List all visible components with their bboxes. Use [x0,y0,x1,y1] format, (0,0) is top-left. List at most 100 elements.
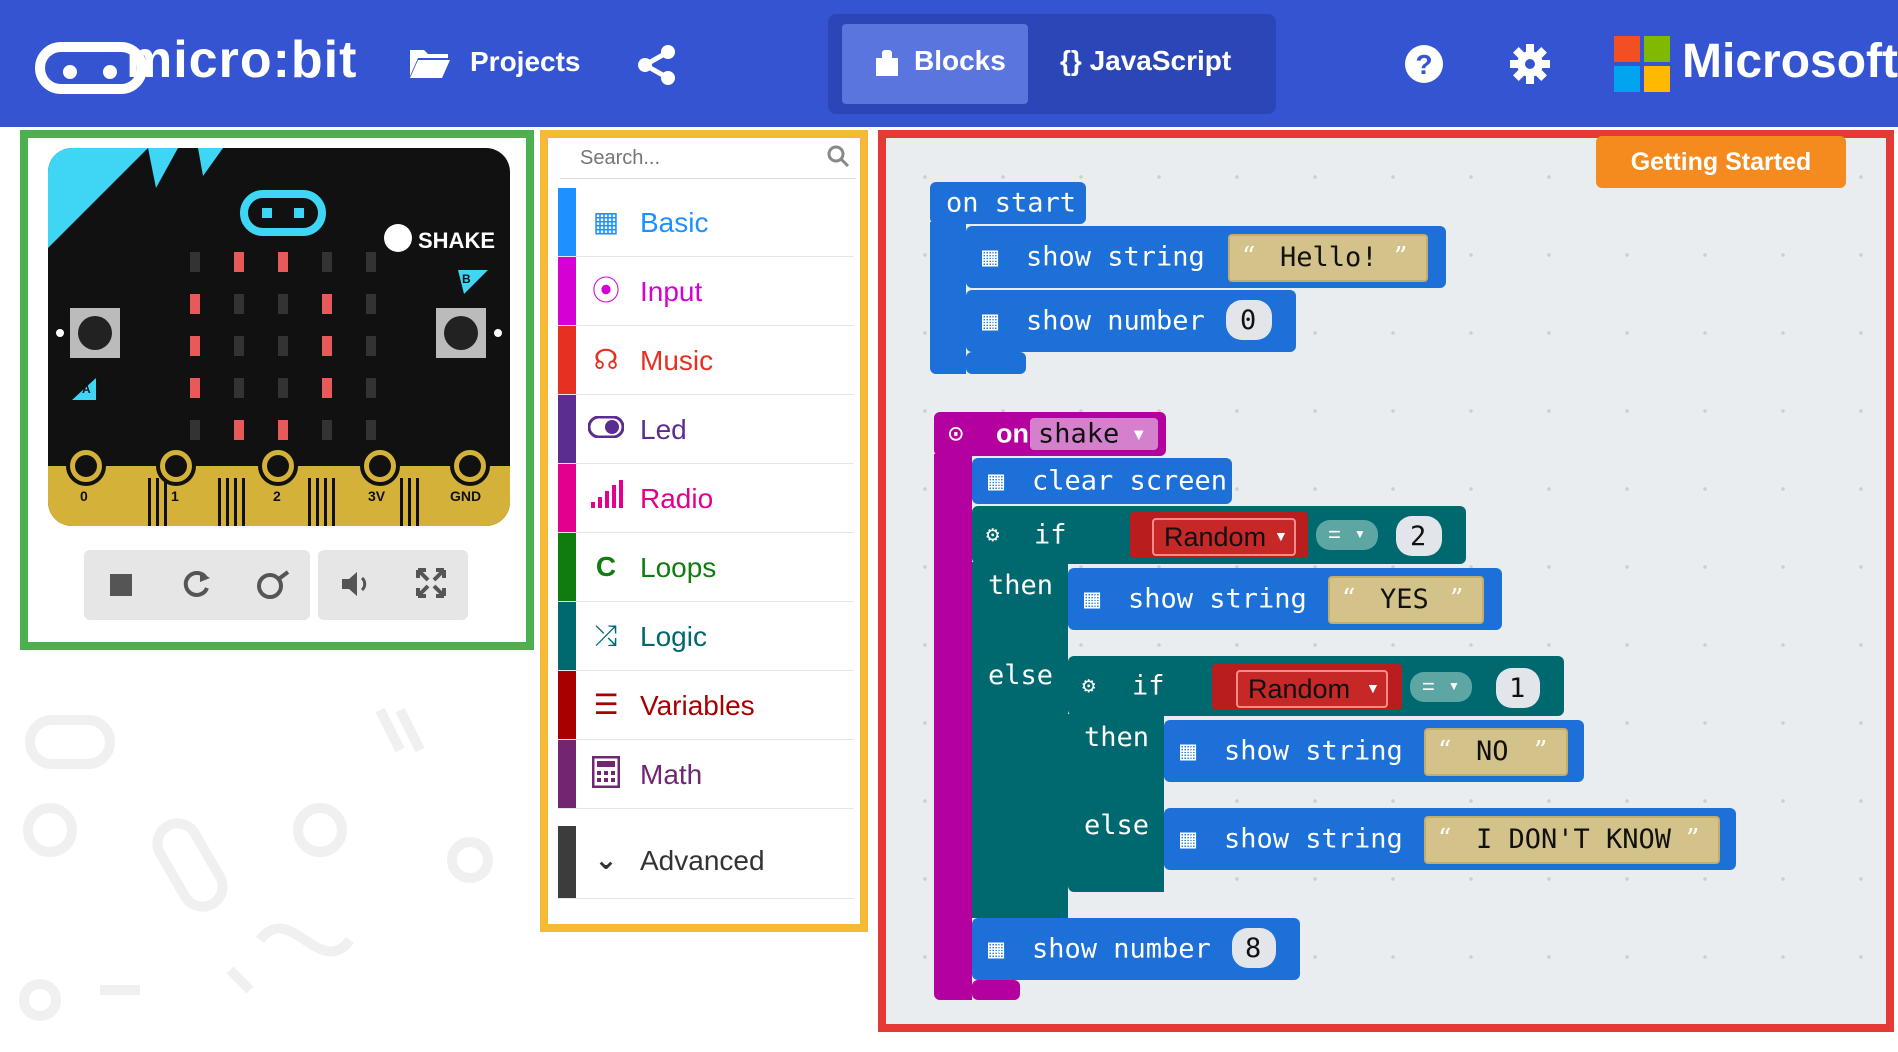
category-label: Math [640,759,703,790]
category-strip [558,326,576,394]
tab-javascript[interactable]: {} JavaScript [1060,45,1231,77]
fullscreen-icon[interactable] [416,568,446,603]
category-label: Input [640,276,703,307]
share-icon[interactable] [636,44,678,86]
quote-open-icon: “ [1438,824,1452,854]
category-strip [558,602,576,670]
random-text: Random [1164,522,1267,552]
pin-0[interactable]: 0 [80,488,88,504]
gear-icon: ⚙ [1082,673,1096,699]
help-icon[interactable]: ? [1404,44,1444,84]
category-advanced[interactable]: ⌄ Advanced [558,826,854,899]
chevron-down-icon: ▼ [1354,527,1366,541]
calculator-icon [588,755,624,792]
category-led[interactable]: Led [558,395,854,464]
string-text[interactable]: I DON'T KNOW [1476,824,1671,855]
category-label: Basic [640,207,709,238]
on-start-arm [930,222,966,374]
grid-icon: ▦ [592,206,620,237]
signal-icon [588,480,624,516]
category-strip [558,464,576,532]
grid-icon: ▦ [988,465,1005,497]
string-value-no[interactable]: “ NO ” [1424,728,1568,776]
number-value-eight[interactable]: 8 [1232,928,1276,968]
search-input[interactable] [578,142,812,174]
string-text[interactable]: YES [1380,584,1429,615]
category-logic[interactable]: ⤮ Logic [558,602,854,671]
compare-operator[interactable]: = ▼ [1316,520,1378,550]
projects-button[interactable]: Projects [470,46,581,78]
grid-icon: ▦ [1180,823,1197,855]
search-icon[interactable] [826,144,850,168]
shake-text: shake [1038,418,1120,450]
category-math[interactable]: Math [558,740,854,809]
random-dropdown[interactable]: Random ▼ [1152,518,1296,556]
shake-label[interactable]: SHAKE [418,228,495,254]
random-dropdown[interactable]: Random ▼ [1236,670,1388,708]
string-value-dontknow[interactable]: “ I DON'T KNOW ” [1424,816,1720,864]
category-loops[interactable]: C Loops [558,533,854,602]
headphones-icon: ☊ [593,344,619,375]
string-text[interactable]: NO [1476,736,1509,767]
category-label: Advanced [640,845,765,876]
pin-gnd[interactable]: GND [450,488,481,504]
shake-dropdown[interactable]: shake ▼ [1030,418,1158,450]
quote-close-icon: ” [1534,736,1548,766]
category-label: Radio [640,483,714,514]
folder-icon[interactable] [408,44,452,80]
show-string-label: show string [1224,735,1403,767]
top-menu-bar: micro:bit Projects Blocks {} JavaScript … [0,0,1898,127]
category-label: Variables [640,690,755,721]
chevron-down-icon: ⌄ [594,844,618,875]
category-music[interactable]: ☊ Music [558,326,854,395]
gear-icon: ⚙ [986,522,1000,548]
if-label: if [1132,670,1165,702]
number-value-one[interactable]: 1 [1496,668,1540,708]
chevron-down-icon: ▼ [1274,528,1288,544]
on-shake-arm [934,454,972,1000]
microsoft-label[interactable]: Microsoft [1682,34,1898,89]
quote-open-icon: “ [1342,584,1356,614]
number-text: 0 [1240,305,1257,336]
on-start-label: on start [946,187,1077,219]
if-body-arm [972,562,1068,918]
string-text[interactable]: Hello! [1280,242,1378,273]
category-radio[interactable]: Radio [558,464,854,533]
pin-3v[interactable]: 3V [368,488,385,504]
on-start-block[interactable]: on start [930,182,1086,224]
clear-screen-block[interactable]: ▦ clear screen [972,458,1232,504]
category-label: Music [640,345,714,376]
category-input[interactable]: ⦿ Input [558,257,854,326]
gear-icon[interactable] [1510,44,1550,84]
background-pattern [19,707,493,1021]
mute-icon[interactable] [340,570,372,603]
getting-started-button[interactable]: Getting Started [1596,136,1846,188]
microsoft-logo-icon[interactable] [1614,36,1670,92]
category-variables[interactable]: ☰ Variables [558,671,854,740]
equals-text: = [1422,674,1435,699]
category-basic[interactable]: ▦ Basic [558,188,854,257]
on-label: on [996,418,1029,449]
number-text: 2 [1410,521,1427,552]
microbit-board[interactable]: SHAKE A B 0 1 2 3V GND [48,148,510,526]
slow-motion-icon[interactable] [254,568,290,605]
tab-blocks-label[interactable]: Blocks [914,45,1006,77]
pin-2[interactable]: 2 [273,488,281,504]
string-value-hello[interactable]: “ Hello! ” [1228,234,1428,282]
compare-operator[interactable]: = ▼ [1410,672,1472,702]
grid-icon: ▦ [982,305,999,337]
category-label: Logic [640,621,707,652]
refresh-icon: C [595,551,617,582]
restart-icon[interactable] [180,568,212,605]
quote-close-icon: ” [1394,242,1408,272]
puzzle-icon [876,50,898,76]
brand-name[interactable]: micro:bit [126,30,357,90]
search-bar [560,138,856,179]
string-value-yes[interactable]: “ YES ” [1328,576,1484,624]
target-icon: ⦿ [591,275,620,306]
pin-1[interactable]: 1 [171,488,179,504]
stop-icon[interactable] [110,574,132,596]
then-label: then [1084,722,1150,753]
number-value-zero[interactable]: 0 [1226,300,1272,340]
number-value-two[interactable]: 2 [1396,516,1442,556]
